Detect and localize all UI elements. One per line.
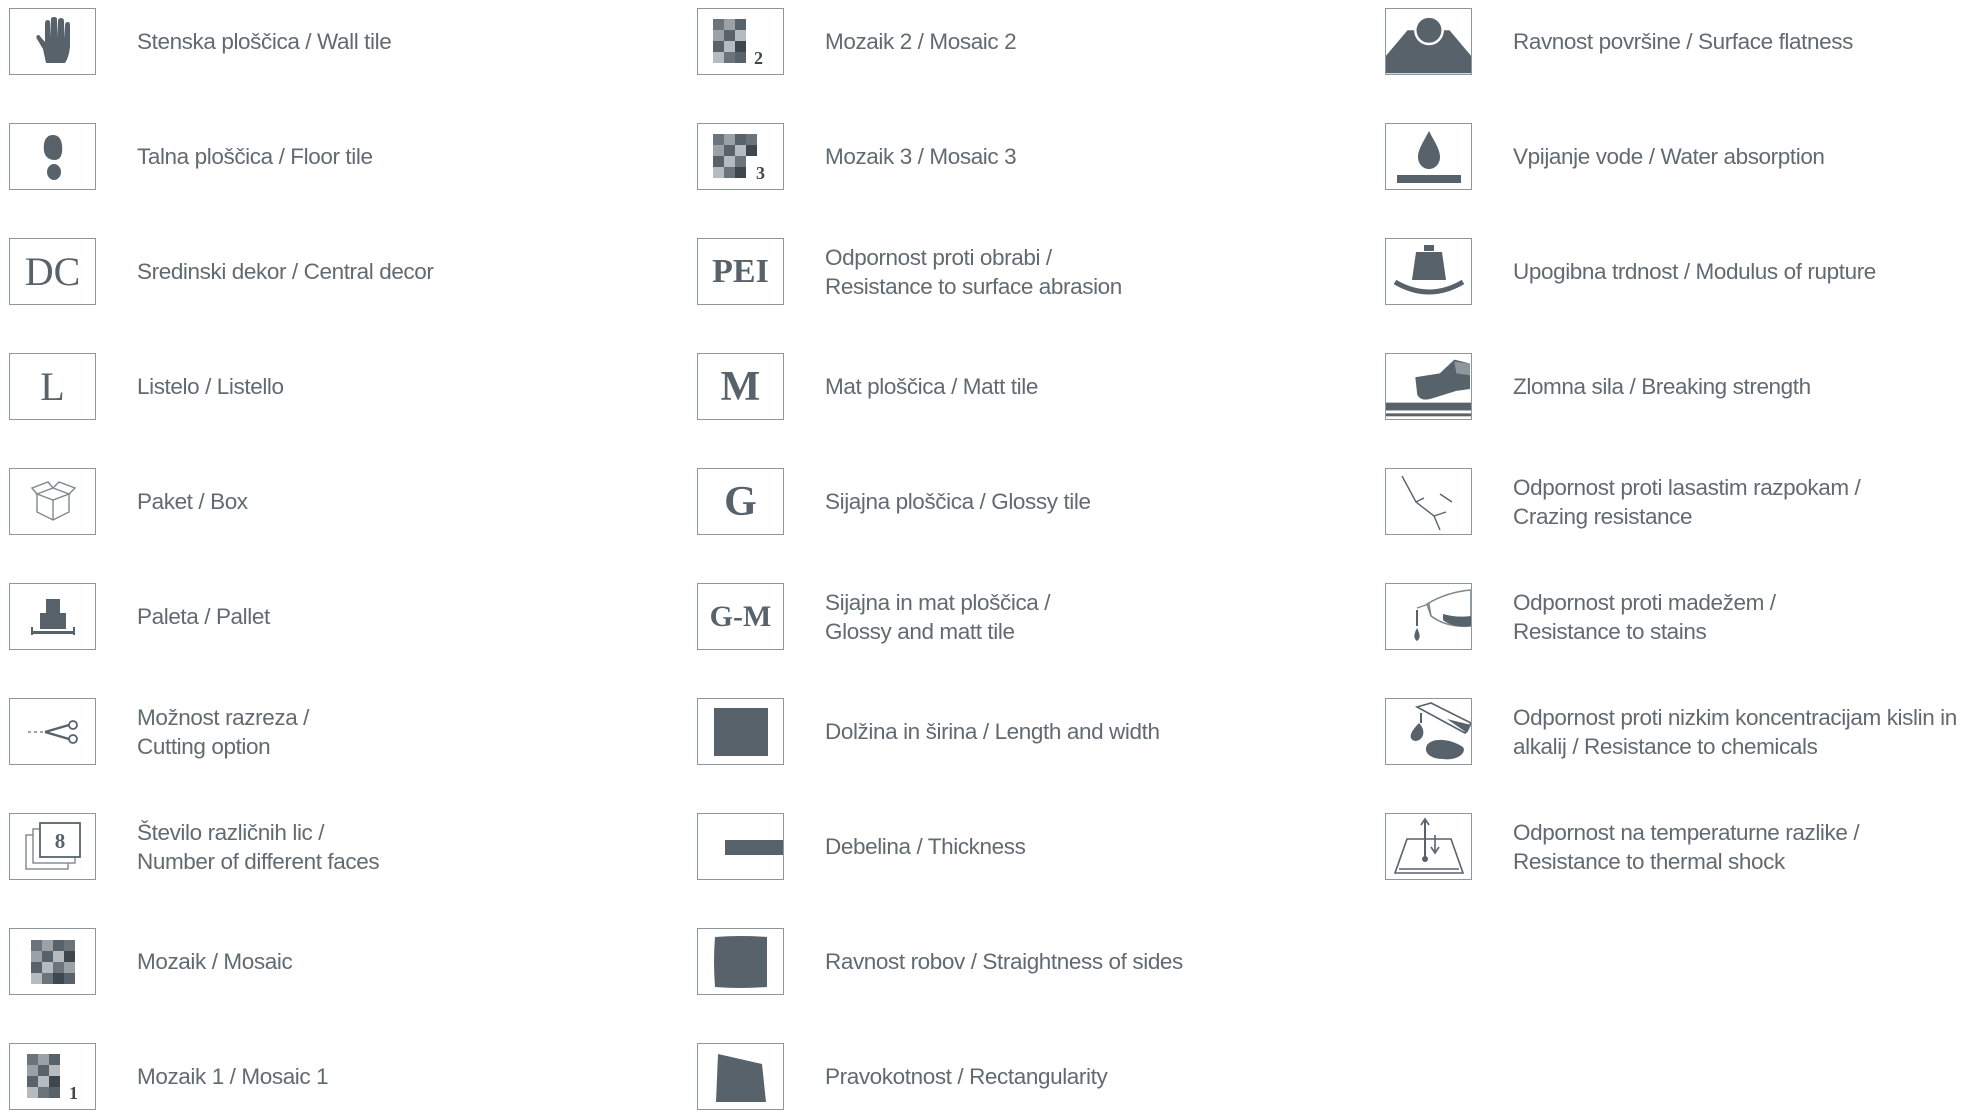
legend-item-glossy-matt-tile: G-M Sijajna in mat ploščica / Glossy and …	[697, 583, 1357, 653]
legend-item-mosaic-2: 2 Mozaik 2 / Mosaic 2	[697, 8, 1357, 78]
mosaic-1-icon: 1	[9, 1043, 96, 1110]
legend-item-cutting-option: Možnost razreza / Cutting option	[9, 698, 669, 768]
legend-label-line-1: Sijajna in mat ploščica /	[825, 589, 1051, 615]
legend-label: Listelo / Listello	[137, 374, 284, 399]
legend-label: Mozaik 1 / Mosaic 1	[137, 1064, 329, 1089]
straight-sides-icon	[697, 928, 784, 995]
hand-icon	[9, 8, 96, 75]
faces-icon: 8	[9, 813, 96, 880]
gm-letters-icon: G-M	[697, 583, 784, 650]
legend-label: Mozaik / Mosaic	[137, 949, 293, 974]
scissors-icon	[9, 698, 96, 765]
legend-label: Ravnost površine / Surface flatness	[1513, 29, 1853, 54]
g-letter-icon: G	[697, 468, 784, 535]
legend-item-floor-tile: Talna ploščica / Floor tile	[9, 123, 669, 193]
legend-item-surface-abrasion: PEI Odpornost proti obrabi / Resistance t…	[697, 238, 1357, 308]
legend-item-central-decor: DC Sredinski dekor / Central decor	[9, 238, 669, 308]
svg-text:3: 3	[756, 163, 765, 180]
legend-item-mosaic-3: 3 Mozaik 3 / Mosaic 3	[697, 123, 1357, 193]
pei-letters-icon: PEI	[697, 238, 784, 305]
legend-item-resistance-chemicals: Odpornost proti nizkim koncentracijam ki…	[1385, 698, 1986, 768]
box-icon	[9, 468, 96, 535]
dc-letters-icon: DC	[9, 238, 96, 305]
legend-label: Paleta / Pallet	[137, 604, 270, 629]
mosaic-2-icon: 2	[697, 8, 784, 75]
legend-label-line-1: Odpornost proti lasastim razpokam /	[1513, 474, 1861, 500]
rectangularity-icon	[697, 1043, 784, 1110]
legend-label: Sijajna ploščica / Glossy tile	[825, 489, 1091, 514]
legend-label: Vpijanje vode / Water absorption	[1513, 144, 1825, 169]
thermal-shock-icon	[1385, 813, 1472, 880]
chemical-pour-icon	[1385, 698, 1472, 765]
legend-item-water-absorption: Vpijanje vode / Water absorption	[1385, 123, 1986, 193]
legend-label-line-1: Odpornost na temperaturne razlike /	[1513, 819, 1860, 845]
legend-item-modulus-rupture: Upogibna trdnost / Modulus of rupture	[1385, 238, 1986, 308]
legend-item-wall-tile: Stenska ploščica / Wall tile	[9, 8, 669, 78]
legend-label-line-2: alkalij / Resistance to chemicals	[1513, 733, 1818, 759]
legend-label-line-2: Resistance to thermal shock	[1513, 848, 1785, 874]
icon-legend: Stenska ploščica / Wall tile Talna plošč…	[0, 0, 1986, 1110]
legend-label: Mozaik 2 / Mosaic 2	[825, 29, 1017, 54]
legend-label: Paket / Box	[137, 489, 248, 514]
legend-label: Zlomna sila / Breaking strength	[1513, 374, 1811, 399]
mosaic-icon	[9, 928, 96, 995]
legend-label: Mozaik 3 / Mosaic 3	[825, 144, 1017, 169]
legend-item-box: Paket / Box	[9, 468, 669, 538]
legend-item-thermal-shock: Odpornost na temperaturne razlike / Resis…	[1385, 813, 1986, 883]
svg-text:2: 2	[754, 48, 763, 65]
water-drop-icon	[1385, 123, 1472, 190]
legend-label-line-1: Število različnih lic /	[137, 819, 325, 845]
pallet-icon	[9, 583, 96, 650]
legend-label-line-2: Resistance to surface abrasion	[825, 273, 1122, 299]
svg-text:1: 1	[69, 1083, 78, 1100]
legend-item-straightness-sides: Ravnost robov / Straightness of sides	[697, 928, 1357, 998]
legend-label-line-1: Možnost razreza /	[137, 704, 310, 730]
legend-item-breaking-strength: Zlomna sila / Breaking strength	[1385, 353, 1986, 423]
thickness-bar-icon	[697, 813, 784, 880]
legend-label-line-1: Odpornost proti obrabi /	[825, 244, 1052, 270]
legend-item-thickness: Debelina / Thickness	[697, 813, 1357, 883]
legend-item-mosaic: Mozaik / Mosaic	[9, 928, 669, 998]
legend-item-glossy-tile: G Sijajna ploščica / Glossy tile	[697, 468, 1357, 538]
legend-item-surface-flatness: Ravnost površine / Surface flatness	[1385, 8, 1986, 78]
l-letter-icon: L	[9, 353, 96, 420]
legend-item-listello: L Listelo / Listello	[9, 353, 669, 423]
legend-label: Upogibna trdnost / Modulus of rupture	[1513, 259, 1876, 284]
legend-item-rectangularity: Pravokotnost / Rectangularity	[697, 1043, 1357, 1113]
legend-item-resistance-stains: Odpornost proti madežem / Resistance to s…	[1385, 583, 1986, 653]
mosaic-3-icon: 3	[697, 123, 784, 190]
legend-label-line-1: Odpornost proti nizkim koncentracijam ki…	[1513, 704, 1957, 730]
legend-label-line-1: Odpornost proti madežem /	[1513, 589, 1776, 615]
legend-item-length-width: Dolžina in širina / Length and width	[697, 698, 1357, 768]
legend-item-matt-tile: M Mat ploščica / Matt tile	[697, 353, 1357, 423]
legend-label: Debelina / Thickness	[825, 834, 1026, 859]
legend-label: Talna ploščica / Floor tile	[137, 144, 373, 169]
legend-label: Stenska ploščica / Wall tile	[137, 29, 392, 54]
footprint-icon	[9, 123, 96, 190]
legend-label: Pravokotnost / Rectangularity	[825, 1064, 1108, 1089]
legend-label-line-2: Glossy and matt tile	[825, 618, 1015, 644]
svg-text:8: 8	[54, 829, 65, 853]
legend-label: Dolžina in širina / Length and width	[825, 719, 1160, 744]
legend-item-crazing-resistance: Odpornost proti lasastim razpokam / Crazi…	[1385, 468, 1986, 538]
stain-pour-icon	[1385, 583, 1472, 650]
legend-label: Mat ploščica / Matt tile	[825, 374, 1038, 399]
legend-item-pallet: Paleta / Pallet	[9, 583, 669, 653]
legend-item-different-faces: 8 Število različnih lic / Number of diffe…	[9, 813, 669, 883]
weight-icon	[1385, 238, 1472, 305]
legend-label-line-2: Cutting option	[137, 733, 271, 759]
square-icon	[697, 698, 784, 765]
legend-label: Sredinski dekor / Central decor	[137, 259, 434, 284]
legend-label: Ravnost robov / Straightness of sides	[825, 949, 1183, 974]
m-letter-icon: M	[697, 353, 784, 420]
legend-label-line-2: Resistance to stains	[1513, 618, 1707, 644]
legend-label-line-2: Number of different faces	[137, 848, 380, 874]
legend-label-line-2: Crazing resistance	[1513, 503, 1693, 529]
crack-icon	[1385, 468, 1472, 535]
legend-item-mosaic-1: 1 Mozaik 1 / Mosaic 1	[9, 1043, 669, 1113]
breaking-foot-icon	[1385, 353, 1472, 420]
surface-flatness-icon	[1385, 8, 1472, 75]
